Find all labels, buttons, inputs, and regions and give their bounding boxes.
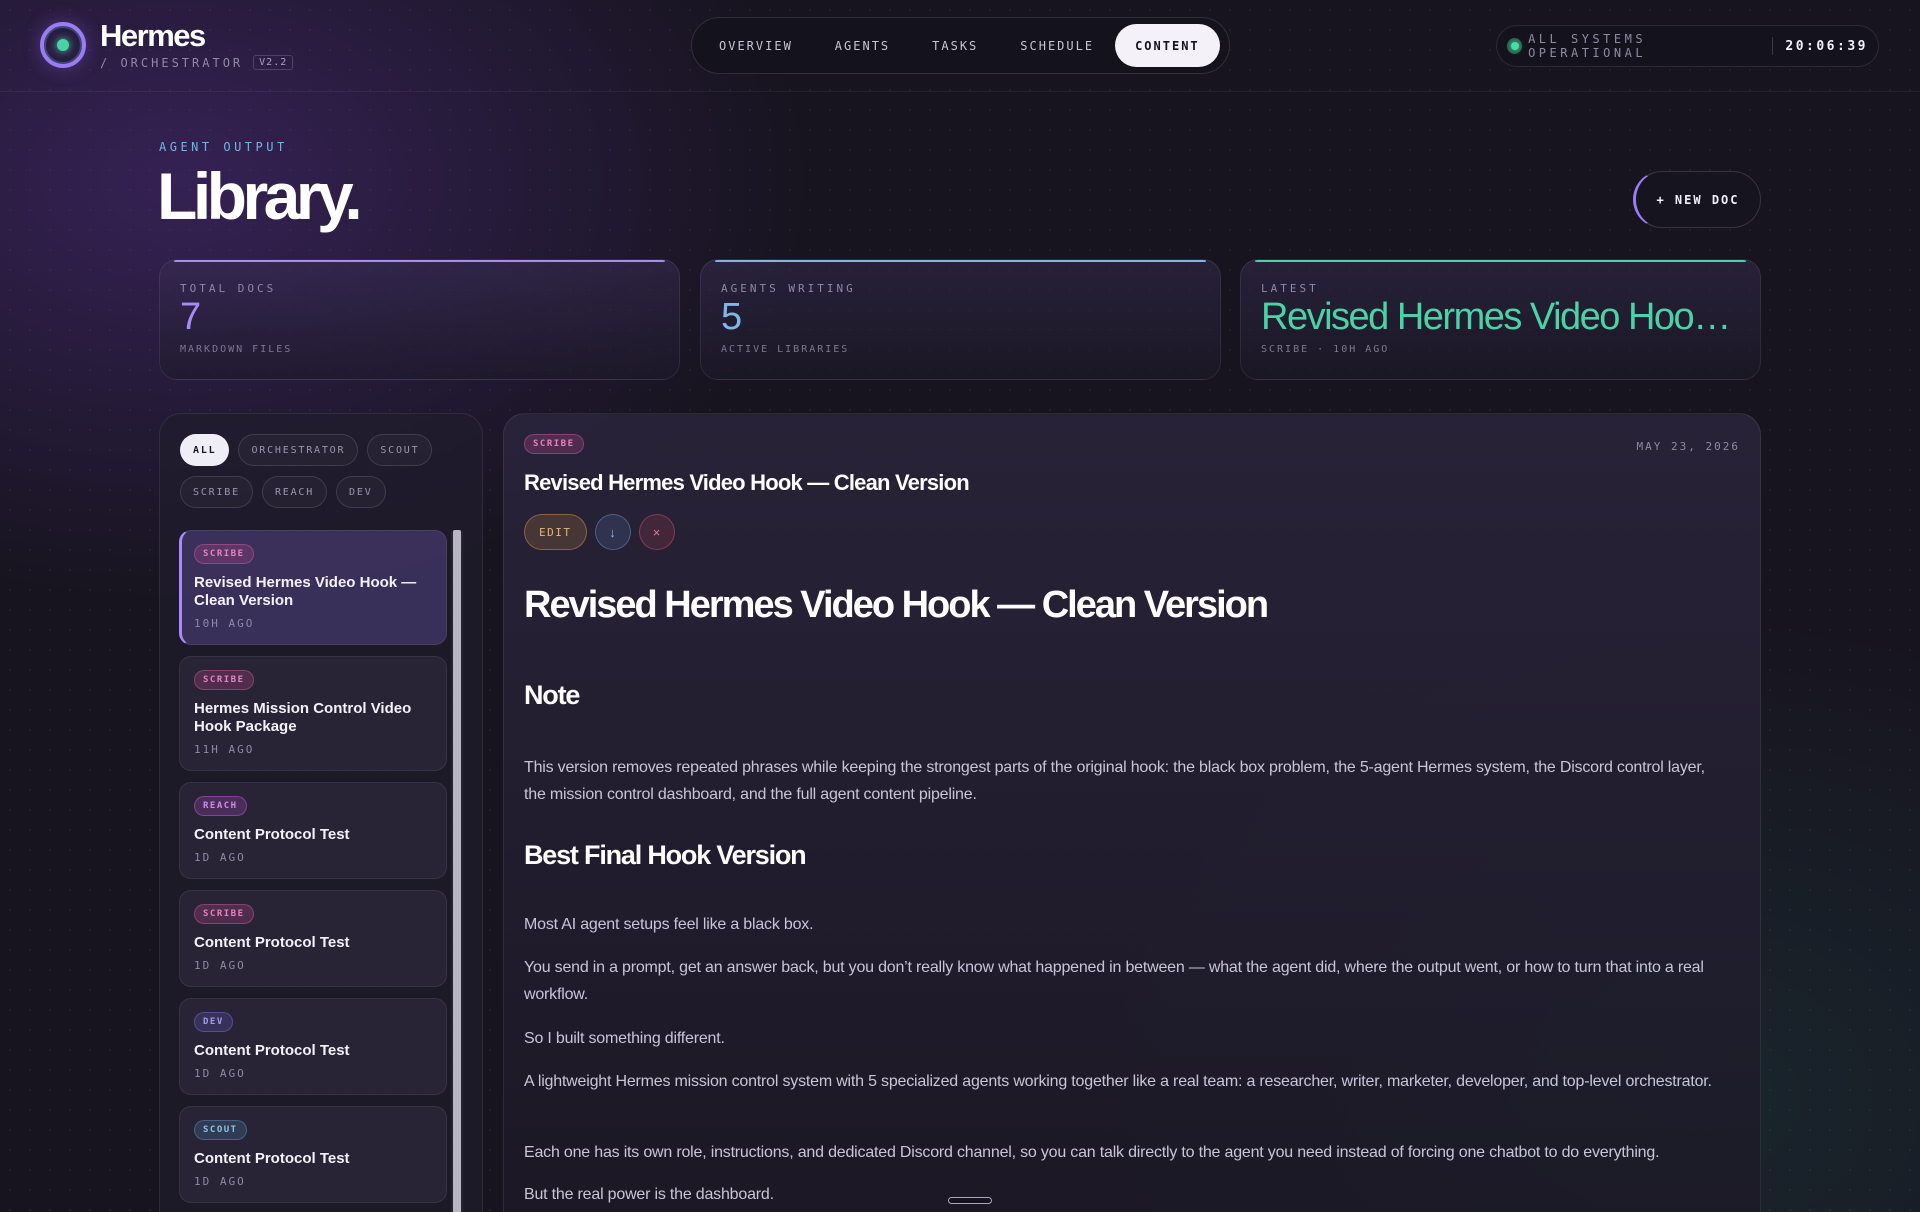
agent-tag: SCRIBE xyxy=(194,904,254,924)
stat-total-docs: TOTAL DOCS 7 MARKDOWN FILES xyxy=(159,259,680,380)
top-bar: Hermes / ORCHESTRATOR V2.2 OVERVIEW AGEN… xyxy=(0,0,1920,92)
brand-subtitle: / ORCHESTRATOR V2.2 xyxy=(100,55,294,70)
agent-tag: SCRIBE xyxy=(194,670,254,690)
doc-time: 1D AGO xyxy=(194,851,246,864)
scrollbar-thumb[interactable] xyxy=(453,530,461,1212)
delete-icon[interactable]: × xyxy=(638,514,675,550)
doc-actions: EDIT ↓ × xyxy=(524,514,675,550)
filter-dev[interactable]: DEV xyxy=(336,476,386,508)
page-eyebrow: AGENT OUTPUT xyxy=(159,140,288,154)
doc-sidebar: ALL ORCHESTRATOR SCOUT SCRIBE REACH DEV … xyxy=(159,413,483,1212)
agent-filters: ALL ORCHESTRATOR SCOUT SCRIBE REACH DEV xyxy=(180,434,470,508)
list-item[interactable]: REACH Content Protocol Test 1D AGO xyxy=(179,782,447,879)
resize-handle[interactable] xyxy=(948,1197,992,1204)
edit-button[interactable]: EDIT xyxy=(524,514,587,550)
list-item[interactable]: SCRIBE Hermes Mission Control Video Hook… xyxy=(179,656,447,771)
nav-content[interactable]: CONTENT xyxy=(1115,24,1220,67)
document-viewer: SCRIBE MAY 23, 2026 Revised Hermes Video… xyxy=(503,413,1761,1212)
new-doc-button[interactable]: + NEW DOC xyxy=(1633,171,1761,228)
stat-label: AGENTS WRITING xyxy=(721,282,856,295)
nav-agents[interactable]: AGENTS xyxy=(814,24,911,67)
main-nav: OVERVIEW AGENTS TASKS SCHEDULE CONTENT xyxy=(691,17,1230,74)
doc-title: Content Protocol Test xyxy=(194,934,350,951)
doc-time: 1D AGO xyxy=(194,1175,246,1188)
nav-overview[interactable]: OVERVIEW xyxy=(698,24,814,67)
doc-time: 10H AGO xyxy=(194,617,255,630)
filter-orchestrator[interactable]: ORCHESTRATOR xyxy=(238,434,359,466)
viewer-title: Revised Hermes Video Hook — Clean Versio… xyxy=(524,470,970,495)
version-badge: V2.2 xyxy=(253,55,294,70)
system-status: ALL SYSTEMS OPERATIONAL 20:06:39 xyxy=(1496,25,1879,67)
content-heading-best: Best Final Hook Version xyxy=(524,840,807,870)
stat-sub: MARKDOWN FILES xyxy=(180,344,293,355)
doc-title: Content Protocol Test xyxy=(194,826,350,843)
status-divider xyxy=(1772,37,1774,55)
markdown-content: Revised Hermes Video Hook — Clean Versio… xyxy=(524,584,1724,1203)
content-paragraph: This version removes repeated phrases wh… xyxy=(524,759,1705,803)
stat-agents-writing: AGENTS WRITING 5 ACTIVE LIBRARIES xyxy=(700,259,1221,380)
agent-tag: SCRIBE xyxy=(194,544,254,564)
doc-time: 1D AGO xyxy=(194,1067,246,1080)
content-heading-1: Revised Hermes Video Hook — Clean Versio… xyxy=(524,584,1269,626)
agent-tag: DEV xyxy=(194,1012,233,1032)
content-paragraph: Most AI agent setups feel like a black b… xyxy=(524,916,814,933)
status-indicator-icon xyxy=(1507,38,1523,54)
content-paragraph: A lightweight Hermes mission control sys… xyxy=(524,1073,1712,1090)
doc-title: Content Protocol Test xyxy=(194,1150,350,1167)
hermes-logo-icon[interactable] xyxy=(40,22,86,68)
document-list: SCRIBE Revised Hermes Video Hook — Clean… xyxy=(179,530,447,1212)
stat-latest[interactable]: LATEST Revised Hermes Video Hook — Clean… xyxy=(1240,259,1761,380)
stat-sub: ACTIVE LIBRARIES xyxy=(721,344,850,355)
content-paragraph: You send in a prompt, get an answer back… xyxy=(524,959,1704,1003)
content-paragraph: But the real power is the dashboard. xyxy=(524,1186,774,1203)
nav-schedule[interactable]: SCHEDULE xyxy=(999,24,1115,67)
list-item[interactable]: SCRIBE Content Protocol Test 1D AGO xyxy=(179,890,447,987)
content-heading-note: Note xyxy=(524,680,580,710)
doc-date: MAY 23, 2026 xyxy=(1636,440,1740,453)
list-item[interactable]: DEV Content Protocol Test 1D AGO xyxy=(179,998,447,1095)
filter-all[interactable]: ALL xyxy=(180,434,230,466)
filter-reach[interactable]: REACH xyxy=(261,476,328,508)
page-title: Library. xyxy=(157,159,363,233)
list-item[interactable]: SCRIBE Revised Hermes Video Hook — Clean… xyxy=(179,530,447,645)
filter-scribe[interactable]: SCRIBE xyxy=(180,476,253,508)
download-icon[interactable]: ↓ xyxy=(594,514,631,550)
nav-tasks[interactable]: TASKS xyxy=(911,24,999,67)
clock: 20:06:39 xyxy=(1785,38,1868,54)
content-paragraph: Each one has its own role, instructions,… xyxy=(524,1144,1660,1161)
stat-label: TOTAL DOCS xyxy=(180,282,277,295)
agent-tag: SCOUT xyxy=(194,1120,247,1140)
agent-tag: REACH xyxy=(194,796,247,816)
brand-subtitle-text: / ORCHESTRATOR xyxy=(100,55,244,70)
agent-tag: SCRIBE xyxy=(524,434,584,454)
stat-value: 5 xyxy=(721,296,743,338)
content-paragraph: So I built something different. xyxy=(524,1030,725,1047)
brand-title: Hermes xyxy=(100,18,206,53)
list-item[interactable]: SCOUT Content Protocol Test 1D AGO xyxy=(179,1106,447,1203)
status-text: ALL SYSTEMS OPERATIONAL xyxy=(1528,32,1647,60)
doc-title: Revised Hermes Video Hook — Clean Versio… xyxy=(194,574,417,609)
stat-label: LATEST xyxy=(1261,282,1319,295)
stat-sub: SCRIBE · 10H AGO xyxy=(1261,344,1390,355)
doc-time: 11H AGO xyxy=(194,743,255,756)
doc-title: Hermes Mission Control Video Hook Packag… xyxy=(194,700,412,735)
doc-list-scrollbar[interactable] xyxy=(451,530,463,1212)
stat-value: Revised Hermes Video Hook — Clean Versio… xyxy=(1261,296,1740,338)
filter-scout[interactable]: SCOUT xyxy=(367,434,433,466)
doc-time: 1D AGO xyxy=(194,959,246,972)
doc-title: Content Protocol Test xyxy=(194,1042,350,1059)
stat-value: 7 xyxy=(180,296,202,338)
